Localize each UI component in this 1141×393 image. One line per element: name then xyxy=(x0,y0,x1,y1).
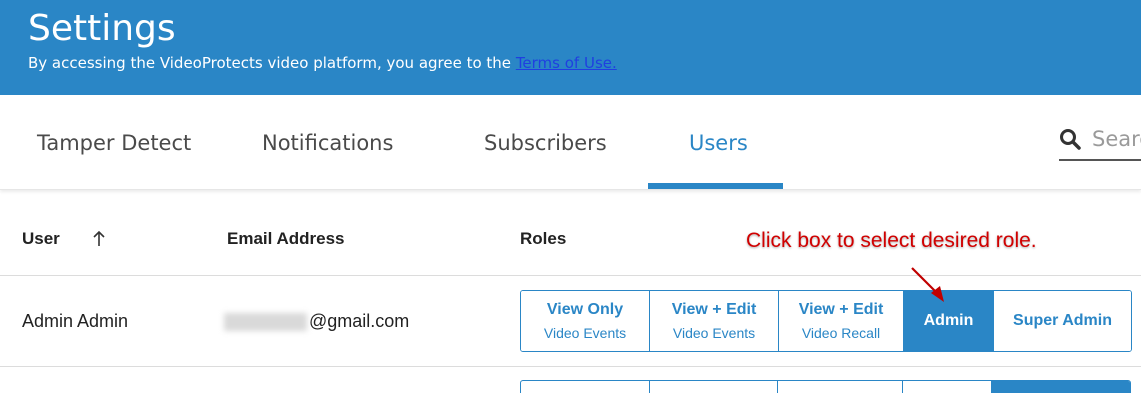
column-header-email[interactable]: Email Address xyxy=(227,229,344,249)
role-admin[interactable]: Admin xyxy=(904,291,994,351)
terms-notice-text: By accessing the VideoProtects video pla… xyxy=(28,54,516,72)
tab-notifications[interactable]: Notifications xyxy=(262,131,393,155)
page-title: Settings xyxy=(28,8,176,49)
role-super-admin[interactable]: Super Admin xyxy=(994,291,1131,351)
role-view-edit-events[interactable] xyxy=(650,381,779,393)
sort-ascending-icon[interactable] xyxy=(92,229,106,247)
role-selector: View Only Video Events View + Edit Video… xyxy=(520,290,1132,352)
role-sublabel: Video Events xyxy=(672,325,756,341)
role-label: View Only xyxy=(546,301,624,318)
role-label: Admin xyxy=(923,312,974,329)
redacted-email-prefix xyxy=(224,313,307,332)
role-view-edit-events[interactable]: View + Edit Video Events xyxy=(650,291,779,351)
role-label: View + Edit xyxy=(798,301,884,318)
tab-subscribers[interactable]: Subscribers xyxy=(484,131,607,155)
settings-tabs: Tamper Detect Notifications Subscribers … xyxy=(0,95,1141,190)
column-header-user[interactable]: User xyxy=(22,229,105,249)
role-label: View + Edit xyxy=(671,301,757,318)
active-tab-indicator xyxy=(648,183,783,189)
search-underline xyxy=(1059,159,1141,161)
role-view-only[interactable] xyxy=(521,381,650,393)
user-email: @gmail.com xyxy=(224,311,409,332)
role-view-edit-recall[interactable]: View + Edit Video Recall xyxy=(779,291,904,351)
role-sublabel: Video Recall xyxy=(801,325,881,341)
role-admin[interactable] xyxy=(903,381,993,393)
role-view-edit-recall[interactable] xyxy=(778,381,903,393)
tab-users[interactable]: Users xyxy=(689,131,748,155)
header-divider xyxy=(0,275,1141,276)
search-input[interactable]: Searc xyxy=(1059,125,1141,157)
terms-of-use-link[interactable]: Terms of Use. xyxy=(516,54,617,72)
tab-tamper-detect[interactable]: Tamper Detect xyxy=(37,131,191,155)
user-email-domain: @gmail.com xyxy=(309,311,410,331)
role-view-only[interactable]: View Only Video Events xyxy=(521,291,650,351)
role-label: Super Admin xyxy=(1013,312,1112,329)
settings-header: Settings By accessing the VideoProtects … xyxy=(0,0,1141,95)
search-icon xyxy=(1060,129,1081,150)
role-sublabel: Video Events xyxy=(543,325,627,341)
role-selector-next-row xyxy=(520,380,1131,393)
column-header-roles: Roles xyxy=(520,229,567,248)
row-divider xyxy=(0,366,1141,367)
user-name: Admin Admin xyxy=(22,311,129,331)
terms-notice: By accessing the VideoProtects video pla… xyxy=(28,54,617,72)
search-placeholder: Searc xyxy=(1092,127,1141,151)
annotation-callout: Click box to select desired role. xyxy=(746,229,1037,252)
column-header-user-label: User xyxy=(22,229,60,248)
role-super-admin[interactable] xyxy=(992,381,1130,393)
